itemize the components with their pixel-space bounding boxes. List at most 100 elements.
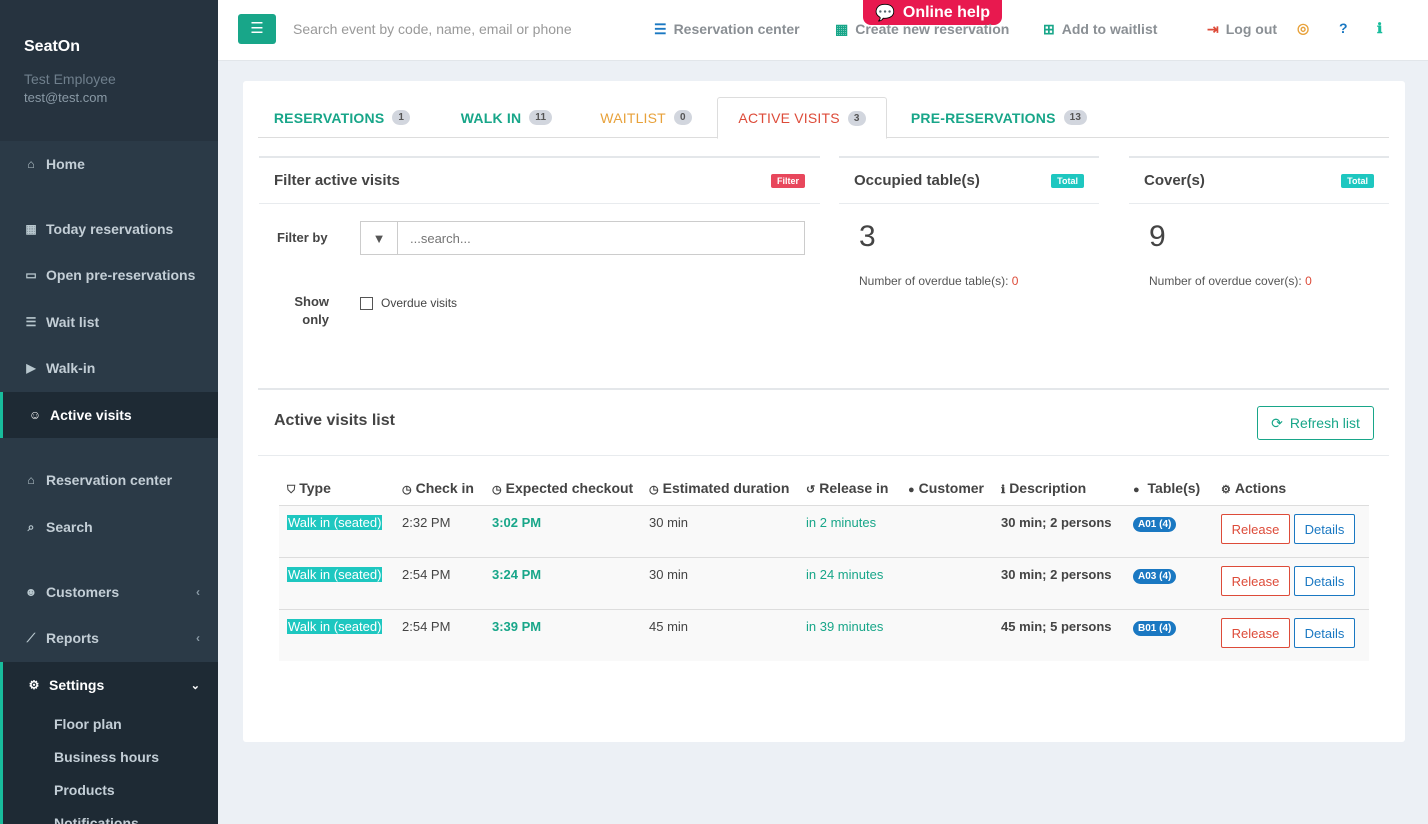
- tab-bar: RESERVATIONS 1 WALK IN 11 WAITLIST 0 ACT…: [258, 97, 1389, 139]
- user-icon: ●: [908, 484, 915, 496]
- sidebar-item-active-visits[interactable]: ☺ Active visits: [0, 392, 218, 438]
- visit-type: Walk in (seated): [287, 619, 383, 634]
- overdue-covers-line: Number of overdue cover(s): 0: [1149, 274, 1312, 288]
- info-icon: ℹ: [1001, 484, 1006, 496]
- sidebar-item-settings[interactable]: ⚙ Settings ⌄: [3, 662, 218, 708]
- tab-pre-reservations[interactable]: PRE-RESERVATIONS 13: [909, 97, 1089, 138]
- sidebar-item-search[interactable]: ⌕ Search: [0, 504, 218, 550]
- details-button[interactable]: Details: [1294, 618, 1355, 648]
- table-badge[interactable]: B01 (4): [1133, 621, 1177, 636]
- calendar-icon: ▦: [25, 222, 37, 236]
- sidebar-subitem-notifications[interactable]: Notifications: [3, 807, 218, 824]
- filter-search-group: ▼: [360, 221, 805, 255]
- home-icon: ⌂: [27, 157, 35, 171]
- main-content: RESERVATIONS 1 WALK IN 11 WAITLIST 0 ACT…: [243, 81, 1405, 742]
- sidebar-item-customers[interactable]: ☻ Customers ‹: [0, 569, 218, 615]
- show-only-label: Show only: [294, 294, 329, 327]
- sidebar: SeatOn Test Employee test@test.com ⌂ Hom…: [0, 0, 218, 824]
- filter-search-input[interactable]: [398, 222, 804, 254]
- menu-toggle-button[interactable]: ☰: [238, 14, 276, 44]
- reservation-center-link[interactable]: ☰ Reservation center: [654, 21, 800, 38]
- table-row: Walk in (seated) 2:54 PM 3:24 PM 30 min …: [279, 557, 1369, 609]
- event-search-input[interactable]: Search event by code, name, email or pho…: [293, 21, 572, 37]
- tab-waitlist[interactable]: WAITLIST 0: [592, 97, 700, 138]
- app-name[interactable]: SeatOn: [24, 38, 218, 64]
- refresh-icon: ⟳: [1271, 414, 1283, 431]
- tab-reservations[interactable]: RESERVATIONS 1: [272, 97, 412, 138]
- tab-count-badge: 11: [529, 110, 553, 125]
- column-header-estimated-duration[interactable]: ◷ Estimated duration: [649, 471, 789, 505]
- release-button[interactable]: Release: [1221, 514, 1290, 544]
- expected-checkout-cell: 3:02 PM: [492, 515, 542, 530]
- sidebar-item-reports[interactable]: ⟋ Reports ‹: [0, 615, 218, 661]
- duration-cell: 30 min: [649, 567, 689, 582]
- online-help-label: Online help: [902, 3, 991, 21]
- sidebar-subitem-products[interactable]: Products: [3, 774, 218, 807]
- sidebar-subitem-floor-plan[interactable]: Floor plan: [3, 708, 218, 741]
- duration-cell: 30 min: [649, 515, 689, 530]
- column-label: Check in: [415, 480, 474, 496]
- column-label: Actions: [1234, 480, 1287, 496]
- add-waitlist-link[interactable]: ⊞ Add to waitlist: [1043, 21, 1157, 38]
- overdue-visits-label: Overdue visits: [381, 296, 458, 310]
- total-badge: Total: [1051, 174, 1084, 188]
- filter-box-header: Filter active visits Filter: [259, 158, 820, 204]
- clock-icon: ◷: [402, 484, 412, 496]
- details-button[interactable]: Details: [1294, 566, 1355, 596]
- chevron-left-icon: ‹: [196, 631, 200, 645]
- info-icon[interactable]: ℹ: [1377, 20, 1382, 37]
- sidebar-item-home[interactable]: ⌂ Home: [0, 141, 218, 187]
- sidebar-item-today-reservations[interactable]: ▦ Today reservations: [0, 206, 218, 252]
- release-button[interactable]: Release: [1221, 566, 1290, 596]
- tab-label: RESERVATIONS: [273, 109, 385, 126]
- sidebar-item-label: Customers: [46, 584, 120, 600]
- overdue-covers-value: 0: [1305, 274, 1312, 288]
- filter-box-title: Filter active visits: [274, 172, 400, 189]
- column-header-check-in[interactable]: ◷ Check in: [402, 471, 474, 505]
- clock-icon: ◷: [649, 484, 659, 496]
- sidebar-item-label: Reservation center: [46, 472, 173, 488]
- refresh-list-button[interactable]: ⟳ Refresh list: [1257, 406, 1374, 440]
- column-label: Table(s): [1147, 480, 1201, 496]
- tab-count-badge: 0: [673, 110, 692, 125]
- tab-walk-in[interactable]: WALK IN 11: [454, 97, 559, 138]
- active-visits-list-title: Active visits list: [274, 412, 395, 429]
- sidebar-item-wait-list[interactable]: ☰ Wait list: [0, 299, 218, 345]
- column-label: Release in: [819, 480, 889, 496]
- sidebar-item-label: Wait list: [46, 314, 100, 330]
- question-icon[interactable]: ?: [1339, 20, 1348, 36]
- overdue-visits-checkbox[interactable]: Overdue visits: [360, 296, 457, 310]
- speech-bubble-icon: 💬: [874, 4, 895, 22]
- details-button[interactable]: Details: [1294, 514, 1355, 544]
- covers-title: Cover(s): [1144, 172, 1205, 189]
- release-button[interactable]: Release: [1221, 618, 1290, 648]
- column-header-tables[interactable]: ● Table(s): [1133, 471, 1200, 505]
- column-header-customer[interactable]: ● Customer: [908, 471, 984, 505]
- column-header-expected-checkout[interactable]: ◷ Expected checkout: [492, 471, 633, 505]
- filter-box: Filter active visits Filter Filter by ▼ …: [259, 156, 820, 327]
- bank-icon: ⌂: [27, 473, 35, 487]
- covers-count: 9: [1149, 220, 1166, 253]
- column-header-type[interactable]: ⛉ Type: [287, 471, 331, 505]
- column-header-actions[interactable]: ⚙ Actions: [1221, 471, 1286, 505]
- table-badge[interactable]: A03 (4): [1133, 569, 1177, 584]
- tab-active-visits[interactable]: ACTIVE VISITS 3: [717, 97, 887, 139]
- logout-link[interactable]: ⇥ Log out: [1207, 21, 1277, 38]
- create-reservation-link[interactable]: ▦ Create new reservation: [835, 21, 1009, 38]
- sidebar-subitem-business-hours[interactable]: Business hours: [3, 741, 218, 774]
- column-header-release-in[interactable]: ↺ Release in: [806, 471, 888, 505]
- lifebuoy-icon[interactable]: ◎: [1297, 20, 1309, 37]
- column-header-description[interactable]: ℹ Description: [1001, 471, 1086, 505]
- circle-icon: ●: [1133, 484, 1140, 496]
- check-in-cell: 2:32 PM: [402, 515, 451, 530]
- occupied-title: Occupied table(s): [854, 172, 980, 189]
- column-label: Description: [1009, 480, 1087, 496]
- sidebar-item-label: Reports: [46, 630, 99, 646]
- table-badge[interactable]: A01 (4): [1133, 517, 1177, 532]
- sidebar-item-walk-in[interactable]: ▶ Walk-in: [0, 345, 218, 391]
- sidebar-item-reservation-center[interactable]: ⌂ Reservation center: [0, 457, 218, 503]
- checkbox-square[interactable]: [360, 296, 373, 310]
- filter-by-label: Filter by: [277, 230, 328, 245]
- sidebar-item-open-pre-reservations[interactable]: ▭ Open pre-reservations: [0, 252, 218, 298]
- cogs-icon: ⚙: [28, 678, 40, 692]
